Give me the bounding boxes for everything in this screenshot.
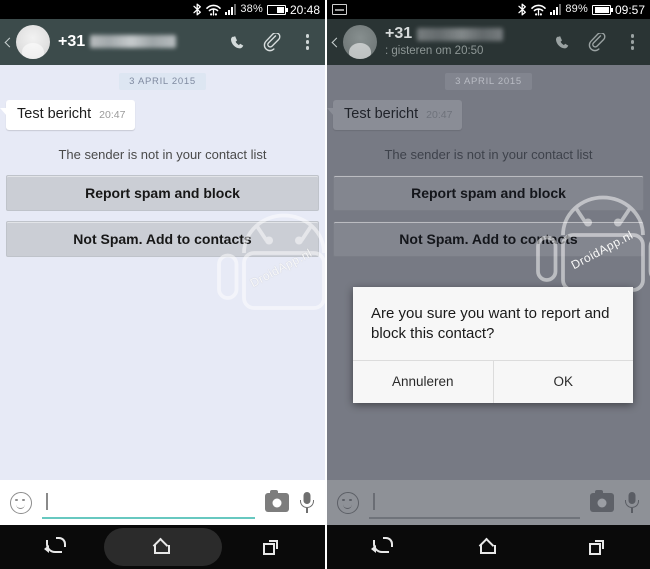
battery-percent-label: 38% (240, 3, 263, 15)
status-bar: 89% 09:57 (327, 0, 650, 19)
report-spam-and-block-button[interactable]: Report spam and block (333, 174, 644, 211)
chat-area: DroidApp.nl 3 APRIL 2015 Test bericht 20… (0, 65, 325, 480)
emoji-icon[interactable] (10, 491, 32, 514)
battery-icon (266, 4, 288, 15)
nav-back-icon[interactable] (359, 525, 403, 569)
navigation-bar (0, 525, 325, 569)
avatar[interactable] (16, 25, 50, 59)
battery-icon (591, 4, 613, 15)
nav-home-icon[interactable] (466, 525, 510, 569)
call-icon[interactable] (550, 30, 572, 54)
contact-country-code: +31 (58, 32, 86, 50)
message-input[interactable] (42, 487, 255, 519)
phone-screen-left: 38% 20:48 +31 DroidApp.nl 3 APRIL 2015 T… (0, 0, 325, 569)
message-text: Test bericht (344, 106, 419, 122)
nav-back-icon[interactable] (32, 525, 76, 569)
camera-icon[interactable] (590, 489, 614, 512)
message-input-bar (327, 480, 650, 525)
app-bar-actions (542, 30, 644, 54)
camera-icon[interactable] (265, 489, 289, 512)
not-spam-add-to-contacts-button[interactable]: Not Spam. Add to contacts (6, 220, 319, 257)
wifi-icon (531, 4, 547, 16)
bluetooth-icon (193, 3, 202, 16)
avatar[interactable] (343, 25, 377, 59)
nav-recents-icon[interactable] (249, 525, 293, 569)
dialog-actions: Annuleren OK (353, 359, 634, 403)
message-text: Test bericht (17, 106, 92, 122)
signal-icon (550, 4, 562, 15)
attach-icon[interactable] (586, 30, 608, 54)
contact-number-blurred (417, 28, 504, 42)
battery-percent-label: 89% (565, 3, 588, 15)
status-bar-clock: 09:57 (614, 2, 645, 17)
message-timestamp: 20:47 (99, 109, 126, 121)
contact-number-blurred (90, 35, 177, 49)
mic-icon[interactable] (299, 491, 315, 515)
contact-last-seen: : gisteren om 20:50 (385, 44, 484, 57)
report-spam-and-block-button[interactable]: Report spam and block (6, 174, 319, 211)
text-caret (373, 493, 375, 510)
status-bar-right: 38% 20:48 (193, 3, 320, 16)
contact-title-block[interactable]: +31 (58, 33, 217, 51)
back-chevron-icon[interactable] (2, 19, 16, 65)
spam-action-buttons: Report spam and block Not Spam. Add to c… (0, 162, 325, 257)
status-bar-right: 89% 09:57 (518, 3, 645, 16)
message-timestamp: 20:47 (426, 109, 453, 121)
sender-not-in-contacts-notice: The sender is not in your contact list (384, 146, 593, 162)
message-row: Test bericht 20:47 (0, 90, 325, 130)
status-bar-clock: 20:48 (289, 2, 320, 17)
dialog-cancel-button[interactable]: Annuleren (353, 361, 493, 403)
wifi-icon (206, 4, 222, 16)
nav-home-icon[interactable] (140, 525, 184, 569)
date-separator-row: 3 APRIL 2015 (0, 65, 325, 90)
status-bar-left (332, 4, 518, 15)
mic-icon[interactable] (624, 491, 640, 515)
call-icon[interactable] (225, 30, 247, 54)
attach-icon[interactable] (261, 30, 283, 54)
dialog-body: Are you sure you want to report and bloc… (353, 287, 633, 360)
screenshot-icon (332, 4, 347, 15)
message-bubble[interactable]: Test bericht 20:47 (0, 100, 136, 130)
app-bar: +31 : gisteren om 20:50 (327, 19, 650, 65)
overflow-icon[interactable] (622, 30, 644, 54)
dialog-ok-button[interactable]: OK (492, 360, 634, 403)
spam-action-buttons: Report spam and block Not Spam. Add to c… (327, 162, 650, 257)
text-caret (46, 493, 48, 510)
message-input[interactable] (369, 487, 580, 519)
confirm-block-dialog: Are you sure you want to report and bloc… (353, 287, 633, 403)
signal-icon (225, 4, 237, 15)
app-bar-actions (217, 30, 319, 54)
back-chevron-icon[interactable] (329, 19, 343, 65)
dual-screenshot-comparison: 38% 20:48 +31 DroidApp.nl 3 APRIL 2015 T… (0, 0, 650, 569)
date-separator: 3 APRIL 2015 (119, 73, 206, 90)
date-separator-row: 3 APRIL 2015 (327, 65, 650, 90)
emoji-icon[interactable] (337, 491, 359, 514)
phone-screen-right: 89% 09:57 +31 : gisteren om 20:50 DroidA… (325, 0, 650, 569)
bluetooth-icon (518, 3, 527, 16)
message-bubble[interactable]: Test bericht 20:47 (327, 100, 463, 130)
message-input-bar (0, 480, 325, 525)
nav-recents-icon[interactable] (574, 525, 618, 569)
chat-area: DroidApp.nl 3 APRIL 2015 Test bericht 20… (327, 65, 650, 480)
navigation-bar (327, 525, 650, 569)
status-bar: 38% 20:48 (0, 0, 325, 19)
sender-not-in-contacts-notice: The sender is not in your contact list (58, 146, 267, 162)
contact-title-block[interactable]: +31 : gisteren om 20:50 (385, 25, 542, 58)
message-row: Test bericht 20:47 (327, 90, 650, 130)
dialog-message: Are you sure you want to report and bloc… (371, 305, 610, 342)
contact-country-code: +31 (385, 25, 413, 43)
overflow-icon[interactable] (297, 30, 319, 54)
not-spam-add-to-contacts-button[interactable]: Not Spam. Add to contacts (333, 220, 644, 257)
app-bar: +31 (0, 19, 325, 65)
date-separator: 3 APRIL 2015 (445, 73, 532, 90)
